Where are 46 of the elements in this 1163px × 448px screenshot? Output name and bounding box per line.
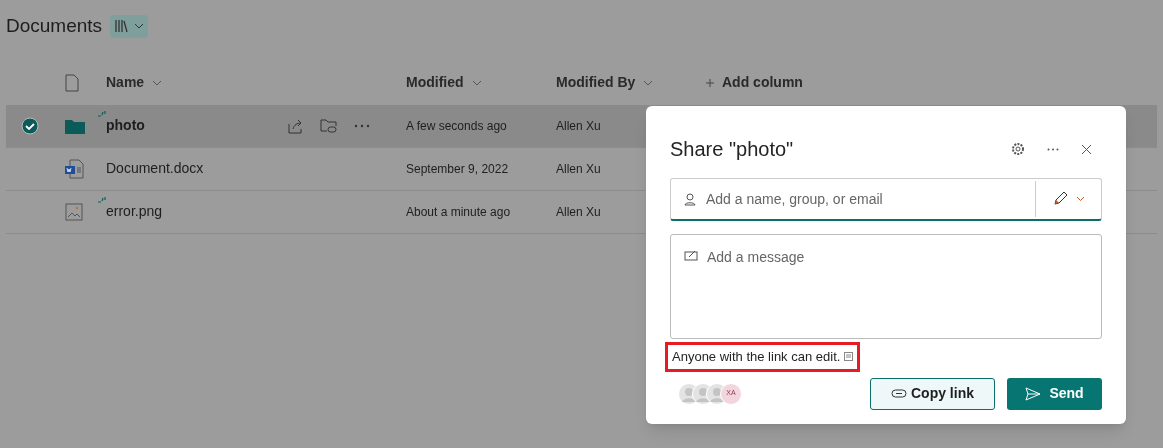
person-icon bbox=[684, 192, 696, 206]
checkmark-circle-icon[interactable] bbox=[20, 116, 39, 135]
settings-icon[interactable] bbox=[1011, 142, 1025, 156]
send-icon bbox=[1025, 386, 1042, 401]
add-column-button[interactable]: Add column bbox=[706, 72, 803, 93]
modified-by-cell-text: Allen Xu bbox=[556, 117, 602, 135]
modified-cell-text: About a minute ago bbox=[406, 203, 512, 221]
link-permission-notice[interactable]: Anyone with the link can edit. bbox=[672, 347, 841, 367]
more-options-icon[interactable] bbox=[1047, 147, 1059, 151]
chevron-down-icon bbox=[643, 79, 654, 86]
link-settings-icon[interactable] bbox=[844, 352, 854, 362]
recipient-field[interactable]: Add a name, group, or email bbox=[670, 178, 1102, 221]
column-header[interactable]: Modified By bbox=[556, 72, 706, 93]
send-button[interactable]: Send bbox=[1007, 377, 1102, 410]
edit-message-icon bbox=[684, 249, 698, 261]
page-title: Documents bbox=[6, 14, 103, 38]
modified-by-cell-text: Allen Xu bbox=[556, 160, 602, 178]
folder-icon bbox=[65, 117, 85, 134]
recipient-input[interactable]: Add a name, group, or email bbox=[706, 188, 1035, 210]
copy-link-button[interactable]: Copy link bbox=[870, 377, 995, 410]
chevron-down-icon bbox=[134, 23, 145, 30]
modified-cell-text: September 9, 2022 bbox=[406, 160, 510, 178]
column-header[interactable]: Modified bbox=[406, 72, 556, 93]
modified-by-cell-text: Allen Xu bbox=[556, 203, 602, 221]
message-field[interactable]: Add a message bbox=[670, 234, 1102, 339]
close-icon[interactable] bbox=[1081, 143, 1092, 155]
folder-link-icon[interactable] bbox=[320, 117, 338, 134]
share-icon[interactable] bbox=[286, 117, 304, 134]
library-icon bbox=[114, 18, 131, 35]
chevron-down-icon bbox=[471, 79, 482, 86]
word-document-icon bbox=[65, 158, 85, 179]
plus-icon bbox=[706, 78, 714, 87]
message-input[interactable]: Add a message bbox=[707, 247, 1101, 327]
column-header[interactable]: Name bbox=[106, 72, 406, 93]
view-switcher-button[interactable] bbox=[110, 14, 149, 38]
image-file-icon bbox=[65, 202, 83, 221]
file-type-icon bbox=[65, 73, 79, 92]
file-name-link[interactable]: error.png bbox=[106, 203, 163, 219]
link-icon bbox=[891, 389, 907, 398]
modified-cell-text: A few seconds ago bbox=[406, 117, 508, 135]
file-name-link[interactable]: Document.docx bbox=[106, 160, 204, 176]
more-options-icon[interactable] bbox=[354, 123, 370, 128]
chevron-down-icon bbox=[152, 79, 163, 86]
chevron-down-icon bbox=[1076, 196, 1085, 202]
pencil-icon bbox=[1052, 191, 1068, 207]
file-name-link[interactable]: photo bbox=[106, 117, 145, 133]
